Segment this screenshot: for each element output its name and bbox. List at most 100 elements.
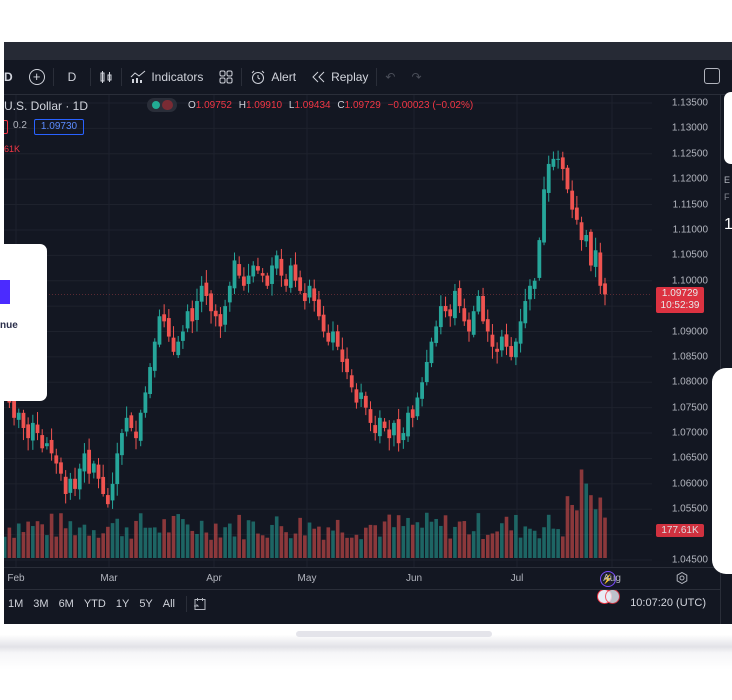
volume-bar <box>424 512 429 558</box>
revenue-card[interactable]: nue <box>0 244 47 401</box>
volume-bar <box>26 521 30 558</box>
candle <box>312 288 317 302</box>
volume-bar <box>317 526 321 558</box>
candle <box>462 308 467 322</box>
volume-bar <box>106 526 110 558</box>
price-tick-label: 1.11000 <box>672 224 708 236</box>
compare-symbol-button[interactable]: + <box>21 60 53 94</box>
volume-bar <box>603 517 607 558</box>
volume-bar <box>354 534 359 558</box>
layouts-button[interactable] <box>211 60 241 94</box>
buy-price-box[interactable]: 1.09730 <box>34 119 84 135</box>
symbol-search-button[interactable]: D <box>4 60 21 94</box>
symbol-fragment: D <box>4 70 13 84</box>
volume-bar <box>63 528 68 558</box>
volume-bar <box>448 538 453 558</box>
interval-button[interactable]: D <box>54 60 91 94</box>
price-chart[interactable] <box>4 95 652 567</box>
candle <box>232 260 237 289</box>
utc-clock[interactable]: 10:07:20 (UTC) <box>630 597 706 609</box>
price-tick-label: 1.06000 <box>671 478 708 490</box>
candle <box>162 314 167 322</box>
candle <box>105 495 110 505</box>
candle <box>345 358 349 373</box>
volume-bar <box>528 528 532 558</box>
time-label: Jun <box>405 573 423 584</box>
volume-bar <box>476 513 481 558</box>
volume-bar <box>157 532 162 558</box>
candle <box>499 336 504 351</box>
volume-bar <box>124 527 129 558</box>
market-status-toggle[interactable] <box>147 98 177 112</box>
volume-bar <box>303 535 307 558</box>
price-axis[interactable]: 1.13500 1.13000 1.12500 1.12000 1.11500 1.110… <box>652 95 720 567</box>
volume-bar <box>410 524 415 558</box>
volume-bar <box>523 526 528 558</box>
volume-bar <box>204 532 209 558</box>
candle <box>152 341 157 371</box>
undo-button[interactable]: ↶ <box>377 60 403 94</box>
volume-bar <box>87 535 91 558</box>
spread-value: 0.2 <box>13 120 27 131</box>
left-edge-card <box>0 36 4 136</box>
chart-style-button[interactable] <box>91 60 121 94</box>
volume-bar <box>565 496 570 558</box>
replay-icon <box>312 71 325 83</box>
redo-button[interactable]: ↷ <box>403 60 429 94</box>
candle <box>91 463 96 473</box>
candle <box>115 453 120 485</box>
volume-bar <box>500 523 504 558</box>
fullscreen-icon[interactable] <box>704 68 720 84</box>
candle <box>44 443 49 447</box>
volume-bar <box>471 531 476 558</box>
range-ytd-button[interactable]: YTD <box>79 598 111 610</box>
volume-bar <box>45 535 49 558</box>
candle <box>438 306 443 328</box>
volume-bar <box>284 532 288 558</box>
candle <box>326 332 331 342</box>
range-6m-button[interactable]: 6M <box>54 598 79 610</box>
candle <box>340 349 345 362</box>
volume-bar <box>82 524 87 558</box>
candle <box>279 258 284 276</box>
candle <box>551 158 556 167</box>
indicators-label: Indicators <box>151 70 204 84</box>
layouts-icon <box>219 70 233 84</box>
range-5y-button[interactable]: 5Y <box>134 598 157 610</box>
volume-bar <box>190 530 195 558</box>
alert-button[interactable]: Alert <box>242 60 304 94</box>
candle <box>363 395 368 408</box>
range-1m-button[interactable]: 1M <box>4 598 28 610</box>
range-3m-button[interactable]: 3M <box>28 598 53 610</box>
candle <box>274 255 279 269</box>
candle <box>110 483 115 501</box>
right-bottom-card[interactable] <box>712 368 732 574</box>
volume-bar <box>199 520 204 558</box>
candle <box>195 301 199 320</box>
market-closed-icon <box>162 100 173 110</box>
interval-label: D <box>67 70 77 84</box>
candle <box>298 277 303 291</box>
indicators-button[interactable]: Indicators <box>122 60 211 94</box>
settings-gear-icon[interactable] <box>676 572 688 584</box>
volume-bar <box>232 536 237 558</box>
volume-bar <box>138 513 143 558</box>
candle <box>77 468 82 490</box>
volume-bar <box>59 513 63 558</box>
volume-bar <box>556 529 560 558</box>
replay-button[interactable]: Replay <box>304 60 376 94</box>
volume-bar <box>312 528 317 558</box>
candle <box>260 273 265 276</box>
time-axis[interactable]: Feb Mar Apr May Jun Jul Aug <box>4 567 720 590</box>
candle <box>490 334 495 347</box>
range-1y-button[interactable]: 1Y <box>111 598 134 610</box>
volume-bar <box>134 520 138 558</box>
price-tick-label: 1.08500 <box>671 351 708 363</box>
go-to-date-icon[interactable] <box>193 597 207 611</box>
sell-button-edge[interactable] <box>4 120 8 134</box>
right-top-card[interactable] <box>724 92 732 164</box>
candle-style-icon <box>100 71 112 83</box>
candle <box>570 190 575 210</box>
range-all-button[interactable]: All <box>158 598 180 610</box>
volume-bar <box>326 527 331 558</box>
